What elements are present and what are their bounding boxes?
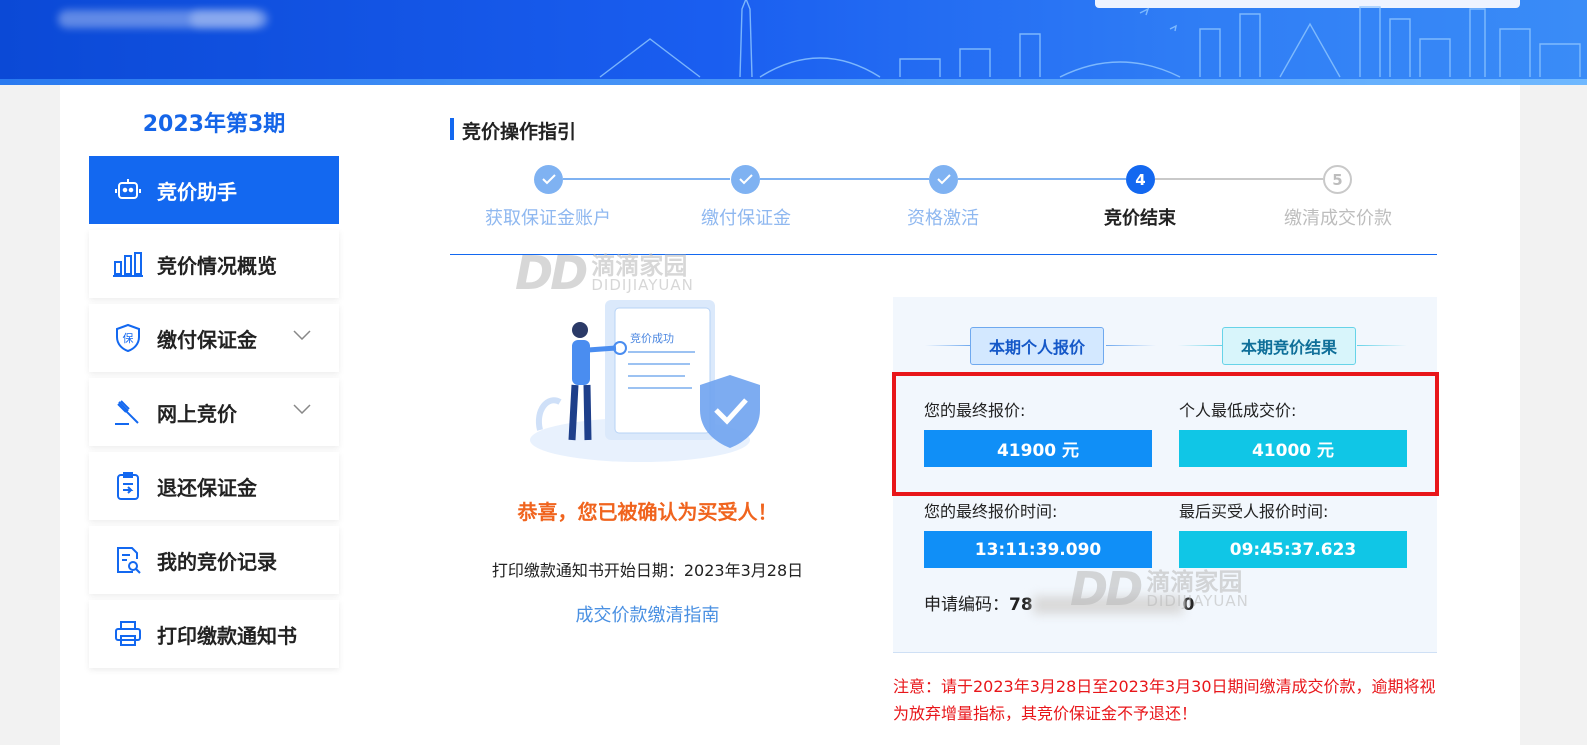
sidebar-item-online-bid[interactable]: 网上竞价 — [89, 378, 339, 446]
bar-chart-icon — [113, 249, 143, 279]
application-code-redacted — [1032, 596, 1183, 614]
step-connector — [760, 178, 929, 180]
step-1-check-icon — [534, 165, 563, 194]
application-code-label: 申请编码： — [924, 595, 1009, 615]
robot-icon — [113, 175, 143, 205]
sidebar-item-label: 竞价助手 — [157, 179, 237, 204]
tag-decor-line — [925, 345, 970, 346]
sidebar-item-label: 缴付保证金 — [157, 327, 257, 352]
shield-bao-icon: 保 — [113, 323, 143, 353]
final-bid-time-value: 13:11:39.090 — [924, 531, 1152, 568]
application-code: 申请编码：78 0 — [924, 590, 1195, 615]
blurred-site-subtitle — [190, 10, 260, 28]
step-4-number: 4 — [1126, 165, 1155, 194]
final-bid-time-label: 您的最终报价时间: — [924, 502, 1058, 521]
step-1-label: 获取保证金账户 — [485, 208, 611, 229]
step-4-label: 竞价结束 — [1104, 208, 1176, 229]
application-code-prefix: 78 — [1009, 595, 1033, 615]
sidebar-item-refund-deposit[interactable]: 退还保证金 — [89, 452, 339, 520]
step-3-check-icon — [929, 165, 958, 194]
sidebar-item-label: 竞价情况概览 — [157, 253, 277, 278]
section-heading-bar — [450, 118, 454, 140]
payment-deadline-notice: 注意：请于2023年3月28日至2023年3月30日期间缴清成交价款，逾期将视为… — [893, 677, 1436, 723]
sidebar-item-label: 网上竞价 — [157, 401, 237, 426]
document-search-icon — [113, 545, 143, 575]
step-3-label: 资格激活 — [907, 208, 979, 229]
sidebar-item-bid-assistant[interactable]: 竞价助手 — [89, 156, 339, 224]
sidebar-item-pay-deposit[interactable]: 保 缴付保证金 — [89, 304, 339, 372]
sidebar-item-my-bid-records[interactable]: 我的竞价记录 — [89, 526, 339, 594]
chevron-down-icon[interactable] — [293, 330, 311, 340]
svg-text:保: 保 — [123, 331, 134, 345]
application-code-suffix: 0 — [1182, 595, 1195, 615]
sidebar-item-bid-overview[interactable]: 竞价情况概览 — [89, 230, 339, 298]
last-buyer-time-label: 最后买受人报价时间: — [1179, 502, 1329, 521]
printer-icon — [113, 619, 143, 649]
congrats-message: 恭喜，您已被确认为买受人！ — [517, 500, 778, 524]
step-connector — [958, 178, 1126, 180]
tag-personal-bid: 本期个人报价 — [970, 327, 1105, 365]
tag-decor-line — [1357, 345, 1407, 346]
illustration-caption: 竞价成功 — [630, 331, 674, 345]
last-buyer-time-value: 09:45:37.623 — [1179, 531, 1407, 568]
step-connector — [563, 178, 730, 180]
section-divider — [450, 254, 1437, 255]
tag-decor-line — [1178, 345, 1222, 346]
tag-bid-result: 本期竞价结果 — [1222, 327, 1357, 365]
print-start-date: 打印缴款通知书开始日期：2023年3月28日 — [491, 561, 804, 580]
header-banner — [0, 0, 1587, 85]
payment-guide-link[interactable]: 成交价款缴清指南 — [450, 601, 845, 627]
step-5-label: 缴清成交价款 — [1284, 208, 1392, 229]
step-2-check-icon — [731, 165, 760, 194]
sidebar-item-label: 打印缴款通知书 — [157, 623, 297, 648]
gavel-icon — [113, 397, 143, 427]
sidebar-item-label: 退还保证金 — [157, 475, 257, 500]
tag-decor-line — [1106, 345, 1156, 346]
step-connector — [1155, 178, 1323, 180]
highlight-box — [892, 372, 1439, 496]
step-5-number: 5 — [1323, 165, 1352, 194]
city-skyline-illustration — [599, 0, 1581, 78]
sidebar-item-label: 我的竞价记录 — [157, 549, 277, 574]
bid-success-illustration: 竞价成功 — [530, 300, 760, 462]
sidebar-item-print-notice[interactable]: 打印缴款通知书 — [89, 600, 339, 668]
period-title: 2023年第3期 — [142, 112, 286, 137]
clipboard-return-icon — [113, 471, 143, 501]
chevron-down-icon[interactable] — [293, 404, 311, 414]
step-2-label: 缴付保证金 — [701, 208, 791, 229]
section-title: 竞价操作指引 — [462, 121, 577, 143]
